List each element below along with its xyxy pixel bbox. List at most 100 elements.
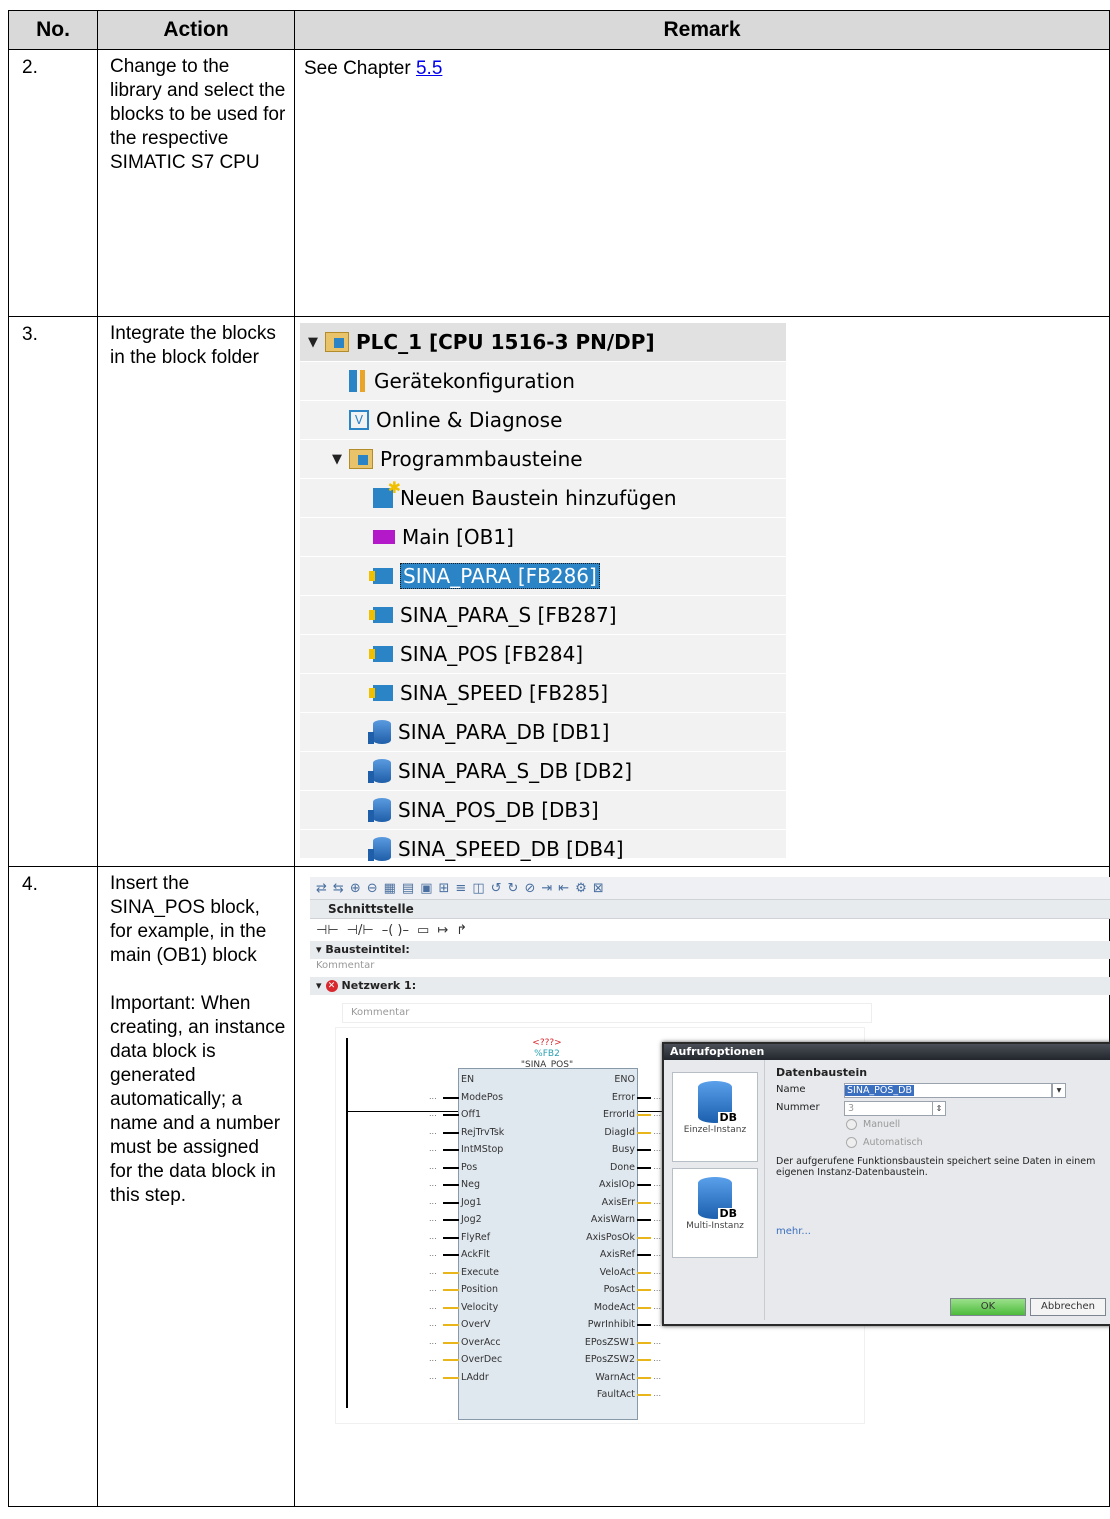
no-contact-icon[interactable]: ⊣⊢ [316,923,339,938]
tree-item[interactable]: SINA_SPEED [FB285] [300,674,786,713]
tree-item[interactable]: Main [OB1] [300,518,786,557]
toolbar-icon[interactable]: ⊠ [593,881,604,896]
fb-output-pin[interactable]: EPosZSW2 [585,1354,635,1365]
toolbar-icon[interactable]: ⊕ [350,881,361,896]
toolbar-icon[interactable]: ⇤ [558,881,569,896]
tree-item[interactable]: SINA_PARA_S [FB287] [300,596,786,635]
block-title-section[interactable]: ▾ Bausteintitel: [310,941,1110,959]
toolbar-icon[interactable]: ⊘ [524,881,535,896]
operand-placeholder[interactable]: ... [429,1127,437,1136]
operand-placeholder[interactable]: ... [429,1232,437,1241]
toolbar-icon[interactable]: ↻ [508,881,519,896]
fb-input-pin[interactable]: Pos [461,1162,477,1173]
manual-radio[interactable]: Manuell [846,1119,900,1130]
toolbar-icon[interactable]: ⚙ [575,881,587,896]
fb-input-pin[interactable]: Jog2 [461,1214,482,1225]
fb-input-pin[interactable]: Position [461,1284,498,1295]
fb-output-pin[interactable]: VeloAct [600,1267,635,1278]
operand-placeholder[interactable]: ... [429,1179,437,1188]
more-link[interactable]: mehr... [776,1226,811,1237]
operand-placeholder[interactable]: ... [653,1197,661,1206]
toolbar-icon[interactable]: ▤ [402,881,414,896]
number-input[interactable]: 3 [844,1101,933,1116]
operand-placeholder[interactable]: ... [429,1319,437,1328]
tree-item[interactable]: ▼ PLC_1 [CPU 1516-3 PN/DP] [300,323,786,362]
fb-input-pin[interactable]: Jog1 [461,1197,482,1208]
operand-placeholder[interactable]: ... [653,1372,661,1381]
fb-output-pin[interactable]: ENO [614,1074,635,1085]
tree-item[interactable]: SINA_PARA_S_DB [DB2] [300,752,786,791]
operand-placeholder[interactable]: ... [653,1127,661,1136]
operand-placeholder[interactable]: ... [429,1197,437,1206]
fb-input-pin[interactable]: FlyRef [461,1232,490,1243]
operand-placeholder[interactable]: ... [653,1249,661,1258]
automatic-radio[interactable]: Automatisch [846,1137,923,1148]
network-header[interactable]: ▾ ✕ Netzwerk 1: [310,977,1110,995]
tree-item[interactable]: SINA_SPEED_DB [DB4] [300,830,786,869]
fb-output-pin[interactable]: ErrorId [603,1109,635,1120]
operand-placeholder[interactable]: ... [429,1109,437,1118]
operand-placeholder[interactable]: ... [429,1284,437,1293]
operand-placeholder[interactable]: ... [429,1354,437,1363]
expand-arrow-icon[interactable]: ▼ [308,335,322,350]
operand-placeholder[interactable]: ... [429,1302,437,1311]
operand-placeholder[interactable]: ... [653,1319,661,1328]
operand-placeholder[interactable]: ... [429,1372,437,1381]
fb-input-pin[interactable]: Velocity [461,1302,498,1313]
collapse-icon[interactable]: ▾ [316,977,322,995]
fb-input-pin[interactable]: Off1 [461,1109,481,1120]
toolbar-icon[interactable]: ⇄ [316,881,327,896]
fb-input-pin[interactable]: LAddr [461,1372,489,1383]
fb-output-pin[interactable]: ModeAct [594,1302,635,1313]
tree-item[interactable]: SINA_PARA [FB286] [300,557,786,596]
fb-output-pin[interactable]: WarnAct [595,1372,635,1383]
function-block-box[interactable]: EN ModePos... Off1... RejTrvTsk... IntMStop.… [429,1068,661,1420]
open-branch-icon[interactable]: ↦ [437,923,448,938]
empty-box-icon[interactable]: ▭ [417,923,429,938]
block-comment[interactable]: Kommentar [310,959,1110,973]
name-input[interactable]: SINA_POS_DB [844,1083,1052,1098]
operand-placeholder[interactable]: ... [653,1337,661,1346]
fb-output-pin[interactable]: PosAct [604,1284,635,1295]
chevron-down-icon[interactable]: ▾ [1052,1083,1066,1098]
fb-input-pin[interactable]: OverV [461,1319,490,1330]
toolbar-icon[interactable]: ▦ [384,881,396,896]
instance-placeholder[interactable]: <???> [458,1038,636,1049]
operand-placeholder[interactable]: ... [653,1214,661,1223]
expand-arrow-icon[interactable]: ▼ [332,452,346,467]
fb-output-pin[interactable]: AxisErr [602,1197,635,1208]
fb-output-pin[interactable]: AxisWarn [591,1214,635,1225]
fb-output-pin[interactable]: FaultAct [597,1389,635,1400]
single-instance-option[interactable]: DB Einzel-Instanz [672,1072,758,1162]
fb-input-pin[interactable]: Execute [461,1267,499,1278]
operand-placeholder[interactable]: ... [429,1144,437,1153]
chapter-link[interactable]: 5.5 [416,58,442,79]
operand-placeholder[interactable]: ... [429,1337,437,1346]
operand-placeholder[interactable]: ... [653,1302,661,1311]
operand-placeholder[interactable]: ... [429,1092,437,1101]
close-branch-icon[interactable]: ↱ [456,923,467,938]
operand-placeholder[interactable]: ... [653,1092,661,1101]
collapse-icon[interactable]: ▾ [316,943,322,956]
tree-item[interactable]: SINA_PARA_DB [DB1] [300,713,786,752]
operand-placeholder[interactable]: ... [653,1284,661,1293]
multi-instance-option[interactable]: DB Multi-Instanz [672,1168,758,1258]
operand-placeholder[interactable]: ... [653,1354,661,1363]
operand-placeholder[interactable]: ... [653,1162,661,1171]
operand-placeholder[interactable]: ... [429,1249,437,1258]
toolbar-icon[interactable]: ▣ [420,881,432,896]
operand-placeholder[interactable]: ... [653,1232,661,1241]
operand-placeholder[interactable]: ... [653,1109,661,1118]
toolbar-icon[interactable]: ⇆ [333,881,344,896]
fb-input-pin[interactable]: Neg [461,1179,480,1190]
toolbar-icon[interactable]: ↺ [491,881,502,896]
fb-output-pin[interactable]: AxisIOp [599,1179,635,1190]
toolbar-icon[interactable]: ⇥ [541,881,552,896]
ok-button[interactable]: OK [950,1298,1026,1316]
tree-item[interactable]: Gerätekonfiguration [300,362,786,401]
operand-placeholder[interactable]: ... [429,1162,437,1171]
fb-input-pin[interactable]: OverDec [461,1354,502,1365]
operand-placeholder[interactable]: ... [653,1144,661,1153]
fb-input-pin[interactable]: EN [461,1074,474,1085]
network-comment[interactable]: Kommentar [342,1003,872,1023]
